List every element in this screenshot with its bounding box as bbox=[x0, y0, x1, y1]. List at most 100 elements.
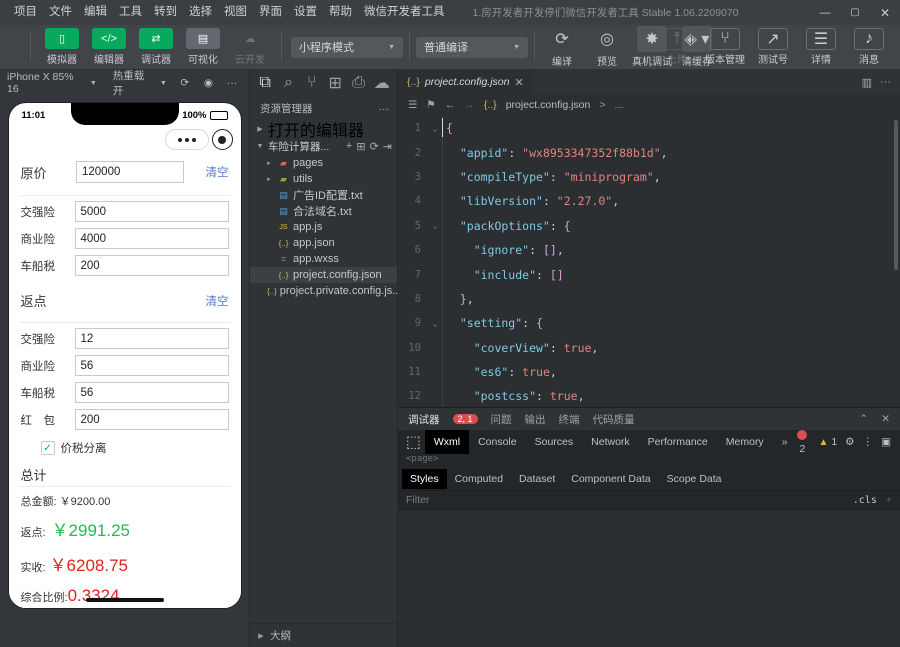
rebate-field-input-2[interactable]: 56 bbox=[74, 382, 229, 403]
toolbar-refresh[interactable]: ⟳ 编译 bbox=[541, 26, 583, 68]
file-tree-item[interactable]: ⌗ app.wxss bbox=[250, 251, 397, 267]
kebab-icon[interactable]: ⋮ bbox=[863, 436, 874, 448]
more-icon[interactable]: ··· bbox=[222, 74, 242, 92]
debug-icon[interactable]: ☁ bbox=[371, 72, 393, 94]
toolbar-phone-button[interactable]: ▯ 模拟器 bbox=[40, 28, 84, 66]
menu-item-1[interactable]: 文件 bbox=[43, 0, 78, 25]
clear-price-link[interactable]: 清空 bbox=[205, 164, 228, 180]
refresh-icon[interactable]: ⟳ bbox=[175, 74, 195, 92]
file-tree-item[interactable]: ▸ ▰ pages bbox=[250, 155, 397, 171]
back-icon[interactable]: ← bbox=[445, 99, 456, 111]
collapse-all-icon[interactable]: ⇥ bbox=[383, 140, 392, 153]
dock-icon[interactable]: ▣ bbox=[881, 436, 891, 448]
editor-tab-project-config[interactable]: {..} project.config.json ✕ bbox=[398, 70, 533, 94]
devtools-tab-console[interactable]: Console bbox=[469, 430, 526, 454]
device-selector[interactable]: iPhone X 85% 16 ▼ bbox=[7, 71, 97, 95]
minimize-button[interactable]: — bbox=[810, 0, 840, 25]
menu-item-10[interactable]: 微信开发者工具 bbox=[358, 0, 451, 25]
toolbar-external-button[interactable]: ↗ 测试号 bbox=[750, 28, 796, 66]
menu-item-9[interactable]: 帮助 bbox=[323, 0, 358, 25]
debugger-tab-debugger[interactable]: 调试器 bbox=[408, 412, 440, 427]
menu-item-5[interactable]: 选择 bbox=[183, 0, 218, 25]
code-editor[interactable]: 1 ⌄{2 "appid": "wx8953347352f88b1d", 3 "co… bbox=[398, 116, 900, 407]
toolbar-upload-button[interactable]: ⤒ 上传 bbox=[654, 28, 700, 66]
menu-item-7[interactable]: 界面 bbox=[253, 0, 288, 25]
maximize-button[interactable]: ▢ bbox=[840, 0, 870, 25]
rebate-field-input-0[interactable]: 12 bbox=[74, 328, 229, 349]
toolbar-menu-button[interactable]: ☰ 详情 bbox=[798, 28, 844, 66]
styles-tab-component-data[interactable]: Component Data bbox=[563, 469, 658, 489]
toolbar-branch-button[interactable]: ⑂ 版本管理 bbox=[702, 28, 748, 66]
styles-tab-scope-data[interactable]: Scope Data bbox=[659, 469, 730, 489]
close-button[interactable]: ✕ bbox=[870, 0, 900, 25]
debugger-tab-1[interactable]: 输出 bbox=[525, 412, 546, 427]
file-tree-item[interactable]: ▤ 广告ID配置.txt bbox=[250, 187, 397, 203]
warning-indicator[interactable]: ▲ 1 bbox=[818, 436, 837, 448]
menu-item-8[interactable]: 设置 bbox=[288, 0, 323, 25]
compile-mode-select[interactable]: 小程序模式 ▼ bbox=[291, 36, 403, 58]
menu-capsule[interactable] bbox=[164, 129, 209, 150]
devtools-tab-network[interactable]: Network bbox=[582, 430, 639, 454]
close-capsule-icon[interactable] bbox=[211, 129, 233, 150]
inspect-element-icon[interactable]: ⬚ bbox=[402, 432, 425, 452]
file-tree-item[interactable]: ▤ 合法域名.txt bbox=[250, 203, 397, 219]
styles-tab-dataset[interactable]: Dataset bbox=[511, 469, 563, 489]
original-price-input[interactable]: 120000 bbox=[76, 161, 184, 183]
add-style-icon[interactable]: + bbox=[886, 494, 892, 506]
extensions-icon[interactable]: ⊞ bbox=[324, 72, 346, 94]
devtools-tab-memory[interactable]: Memory bbox=[717, 430, 773, 454]
refresh-explorer-icon[interactable]: ⟳ bbox=[370, 140, 379, 153]
debugger-tab-2[interactable]: 终端 bbox=[559, 412, 580, 427]
explorer-more-icon[interactable]: ··· bbox=[379, 103, 390, 115]
menu-item-4[interactable]: 转到 bbox=[148, 0, 183, 25]
outline-icon[interactable]: ☰ bbox=[408, 99, 417, 111]
debugger-tab-3[interactable]: 代码质量 bbox=[593, 412, 635, 427]
styles-tab-computed[interactable]: Computed bbox=[447, 469, 511, 489]
project-actions[interactable]: + ⊞ ⟳ ⇥ bbox=[346, 140, 397, 153]
toolbar-eye[interactable]: ◎ 预览 bbox=[586, 26, 628, 68]
clear-rebate-link[interactable]: 清空 bbox=[206, 293, 229, 309]
new-file-icon[interactable]: + bbox=[346, 140, 352, 153]
open-editors-row[interactable]: ▶ 打开的编辑器 bbox=[250, 121, 397, 140]
menu-item-3[interactable]: 工具 bbox=[113, 0, 148, 25]
rebate-field-input-1[interactable]: 56 bbox=[74, 355, 229, 376]
file-tree-item[interactable]: {..} project.private.config.js... bbox=[250, 283, 401, 299]
search-icon[interactable]: ⌕ bbox=[277, 72, 299, 94]
menu-item-2[interactable]: 编辑 bbox=[78, 0, 113, 25]
forward-icon[interactable]: → bbox=[464, 99, 475, 111]
gear-icon[interactable]: ⚙ bbox=[845, 436, 854, 448]
outline-section[interactable]: ▶ 大纲 bbox=[250, 623, 397, 647]
fold-icon[interactable]: ⌄ bbox=[428, 221, 442, 230]
toolbar-cloud-button[interactable]: ☁ 云开发 bbox=[228, 28, 272, 66]
close-tab-icon[interactable]: ✕ bbox=[515, 76, 524, 89]
new-folder-icon[interactable]: ⊞ bbox=[356, 140, 365, 153]
debugger-tab-0[interactable]: 问题 bbox=[491, 412, 512, 427]
collapse-panel-icon[interactable]: ⌃ bbox=[859, 413, 868, 425]
files-icon[interactable]: ⧉ bbox=[254, 72, 276, 94]
devtools-tab-performance[interactable]: Performance bbox=[639, 430, 717, 454]
save-icon[interactable]: ⎙ bbox=[347, 72, 369, 94]
devtools-tab-wxml[interactable]: Wxml bbox=[424, 430, 470, 454]
breadcrumb-file[interactable]: project.config.json bbox=[506, 99, 591, 111]
file-tree-item[interactable]: JS app.js bbox=[250, 219, 397, 235]
toolbar-debug-button[interactable]: ⇄ 调试器 bbox=[134, 28, 178, 66]
record-icon[interactable]: ◉ bbox=[199, 74, 219, 92]
close-panel-icon[interactable]: ✕ bbox=[881, 413, 890, 425]
editor-more-icon[interactable]: ··· bbox=[880, 76, 891, 88]
insurance-field-input-0[interactable]: 5000 bbox=[74, 201, 229, 222]
checkbox-icon[interactable]: ✓ bbox=[40, 441, 55, 455]
price-tax-separation-row[interactable]: ✓ 价税分离 bbox=[19, 433, 231, 460]
devtools-overflow[interactable]: » bbox=[773, 430, 797, 454]
project-root-row[interactable]: ▼ 车险计算器... + ⊞ ⟳ ⇥ bbox=[250, 137, 397, 155]
toolbar-bell-button[interactable]: ♪ 消息 bbox=[846, 28, 892, 66]
fold-icon[interactable]: ⌄ bbox=[428, 319, 442, 328]
fold-icon[interactable]: ⌄ bbox=[428, 124, 442, 133]
hot-reload-selector[interactable]: 热重载 开 ▼ bbox=[113, 68, 167, 98]
cls-button[interactable]: .cls bbox=[853, 495, 877, 506]
bookmark-icon[interactable]: ⚑ bbox=[426, 99, 435, 111]
insurance-field-input-1[interactable]: 4000 bbox=[74, 228, 229, 249]
devtools-tab-sources[interactable]: Sources bbox=[526, 430, 583, 454]
split-editor-icon[interactable]: ▥ bbox=[862, 76, 872, 89]
breadcrumb-tail[interactable]: ... bbox=[614, 99, 623, 111]
error-indicator[interactable]: 2 bbox=[796, 429, 811, 455]
